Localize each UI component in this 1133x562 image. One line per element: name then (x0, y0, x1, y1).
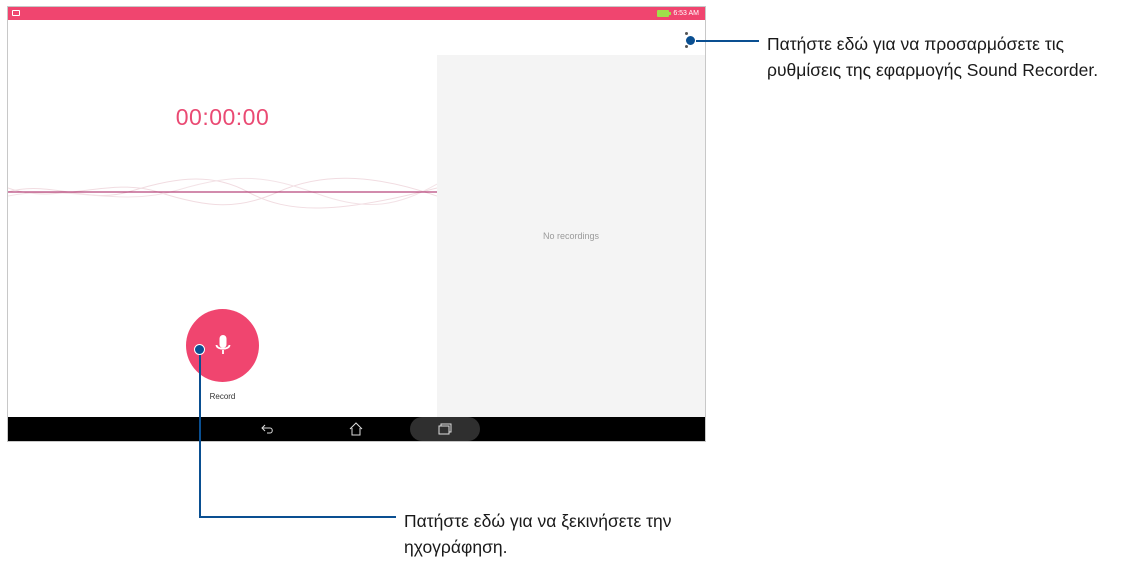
callout-dot-settings (685, 35, 696, 46)
waveform (8, 177, 437, 209)
home-icon (349, 422, 363, 436)
home-button[interactable] (346, 417, 366, 441)
recordings-list: No recordings (437, 55, 705, 417)
recent-apps-icon (438, 423, 452, 435)
back-icon (261, 424, 273, 434)
status-time: 6:53 AM (673, 10, 699, 17)
back-button[interactable] (258, 417, 278, 441)
callout-line-record-horizontal (199, 516, 396, 518)
record-callout-text: Πατήστε εδώ για να ξεκινήσετε την ηχογρά… (404, 511, 672, 557)
microphone-icon (215, 334, 230, 354)
recording-timer: 00:00:00 (175, 104, 270, 130)
callout-line-record-vertical (199, 355, 201, 518)
callout-dot-record (194, 344, 205, 355)
settings-callout-text: Πατήστε εδώ για να προσαρμόσετε τις ρυθμ… (767, 34, 1099, 80)
empty-list-message: No recordings (542, 231, 600, 241)
callout-line-settings (696, 40, 759, 42)
recorder-pane: 00:00:00 Record (8, 20, 437, 417)
navigation-bar (8, 417, 705, 441)
status-bar: 6:53 AM (8, 7, 705, 20)
battery-charging-icon (657, 10, 672, 17)
status-right: 6:53 AM (657, 8, 699, 19)
notification-icon (12, 10, 20, 16)
recent-apps-button[interactable] (435, 417, 455, 441)
tablet-screen: 6:53 AM 00:00:00 Record No recordings (7, 6, 706, 442)
record-label: Record (209, 392, 236, 401)
